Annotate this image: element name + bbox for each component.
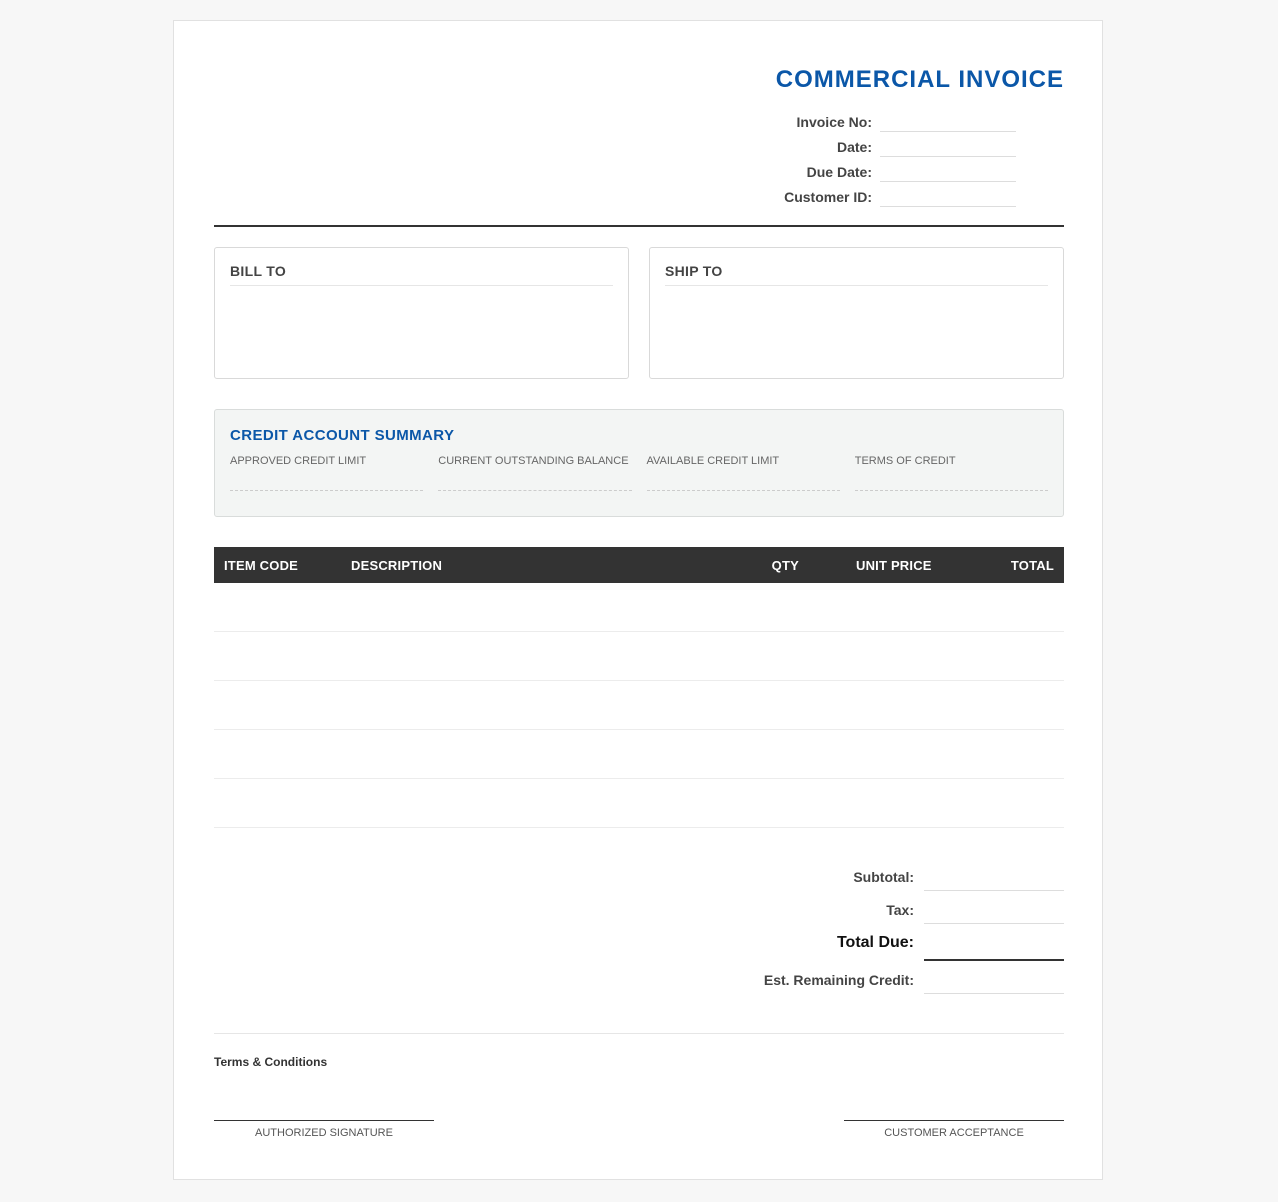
ship-to-box: SHIP TO xyxy=(649,247,1064,379)
description-cell[interactable] xyxy=(341,778,741,828)
bill-to-field[interactable] xyxy=(230,286,613,294)
total-cell[interactable] xyxy=(959,778,1064,828)
table-row xyxy=(214,583,1064,632)
qty-cell[interactable] xyxy=(741,778,809,828)
customer-acceptance-line[interactable]: CUSTOMER ACCEPTANCE xyxy=(844,1120,1064,1139)
terms-of-credit-input[interactable] xyxy=(854,468,1048,491)
description-cell[interactable] xyxy=(341,729,741,779)
qty-cell[interactable] xyxy=(741,583,809,632)
unit-price-cell[interactable] xyxy=(809,778,959,828)
column-header-unit-price: UNIT PRICE xyxy=(856,557,932,573)
bill-to-title: BILL TO xyxy=(230,263,613,286)
unit-price-cell[interactable] xyxy=(809,729,959,779)
remaining-credit-field[interactable] xyxy=(924,965,1064,994)
description-cell[interactable] xyxy=(341,680,741,730)
meta-row-invoice-no: Invoice No: xyxy=(764,107,1064,132)
authorized-signature-line[interactable]: AUTHORIZED SIGNATURE xyxy=(214,1120,434,1139)
item-code-cell[interactable] xyxy=(214,583,341,632)
totals-section: Subtotal: Tax: Total Due: Est. Remaining… xyxy=(664,861,1064,994)
tax-row: Tax: xyxy=(664,891,1064,924)
footer-divider xyxy=(214,1033,1064,1034)
credit-field-approved-limit: APPROVED CREDIT LIMIT xyxy=(230,454,424,491)
subtotal-row: Subtotal: xyxy=(664,861,1064,891)
meta-row-date: Date: xyxy=(764,132,1064,157)
credit-summary: CREDIT ACCOUNT SUMMARY APPROVED CREDIT L… xyxy=(214,409,1064,517)
meta-row-due-date: Due Date: xyxy=(764,157,1064,182)
approved-credit-limit-input[interactable] xyxy=(230,468,424,491)
column-header-item-code: ITEM CODE xyxy=(224,557,299,573)
column-header-total: TOTAL xyxy=(1010,557,1054,573)
item-code-cell[interactable] xyxy=(214,778,341,828)
meta-label: Date: xyxy=(836,139,872,155)
total-cell[interactable] xyxy=(959,729,1064,779)
qty-cell[interactable] xyxy=(741,680,809,730)
credit-field-terms: TERMS OF CREDIT xyxy=(854,454,1048,491)
available-credit-limit-input[interactable] xyxy=(646,468,840,491)
invoice-title: COMMERCIAL INVOICE xyxy=(775,66,1064,93)
credit-field-label: CURRENT OUTSTANDING BALANCE xyxy=(438,455,629,467)
column-header-qty: QTY xyxy=(771,557,799,573)
column-header-description: DESCRIPTION xyxy=(351,557,443,573)
unit-price-cell[interactable] xyxy=(809,583,959,632)
table-row xyxy=(214,729,1064,779)
ship-to-title: SHIP TO xyxy=(665,263,1048,286)
line-items-table: ITEM CODE DESCRIPTION QTY UNIT PRICE TOT… xyxy=(214,547,1064,828)
due-date-field[interactable] xyxy=(880,161,1016,182)
outstanding-balance-input[interactable] xyxy=(438,468,632,491)
credit-field-available-limit: AVAILABLE CREDIT LIMIT xyxy=(646,454,840,491)
remaining-credit-label: Est. Remaining Credit: xyxy=(763,972,914,988)
total-due-label: Total Due: xyxy=(836,934,914,951)
invoice-page: COMMERCIAL INVOICE Invoice No: Date: Due… xyxy=(173,20,1103,1180)
credit-field-label: AVAILABLE CREDIT LIMIT xyxy=(646,455,780,467)
item-code-cell[interactable] xyxy=(214,729,341,779)
description-cell[interactable] xyxy=(341,583,741,632)
header-divider xyxy=(214,225,1064,227)
credit-fields: APPROVED CREDIT LIMIT CURRENT OUTSTANDIN… xyxy=(230,454,1048,491)
bill-to-box: BILL TO xyxy=(214,247,629,379)
credit-field-label: APPROVED CREDIT LIMIT xyxy=(230,455,367,467)
meta-label: Invoice No: xyxy=(796,114,872,130)
total-cell[interactable] xyxy=(959,680,1064,730)
ship-to-field[interactable] xyxy=(665,286,1048,294)
qty-cell[interactable] xyxy=(741,729,809,779)
item-code-cell[interactable] xyxy=(214,680,341,730)
credit-field-outstanding-balance: CURRENT OUTSTANDING BALANCE xyxy=(438,454,632,491)
qty-cell[interactable] xyxy=(741,631,809,681)
tax-label: Tax: xyxy=(886,902,914,918)
invoice-header: COMMERCIAL INVOICE Invoice No: Date: Due… xyxy=(764,65,1064,207)
table-row xyxy=(214,631,1064,681)
total-cell[interactable] xyxy=(959,583,1064,632)
unit-price-cell[interactable] xyxy=(809,631,959,681)
subtotal-label: Subtotal: xyxy=(853,869,914,885)
date-field[interactable] xyxy=(880,136,1016,157)
total-cell[interactable] xyxy=(959,631,1064,681)
credit-summary-title: CREDIT ACCOUNT SUMMARY xyxy=(230,427,455,444)
description-cell[interactable] xyxy=(341,631,741,681)
total-due-row: Total Due: xyxy=(664,924,1064,961)
table-header-row: ITEM CODE DESCRIPTION QTY UNIT PRICE TOT… xyxy=(214,547,1064,583)
item-code-cell[interactable] xyxy=(214,631,341,681)
unit-price-cell[interactable] xyxy=(809,680,959,730)
invoice-meta: Invoice No: Date: Due Date: Customer ID: xyxy=(764,107,1064,207)
meta-row-customer-id: Customer ID: xyxy=(764,182,1064,207)
subtotal-field[interactable] xyxy=(924,862,1064,891)
meta-label: Customer ID: xyxy=(784,189,872,205)
total-due-field[interactable] xyxy=(924,927,1064,961)
table-row xyxy=(214,680,1064,730)
remaining-credit-row: Est. Remaining Credit: xyxy=(664,961,1064,994)
customer-id-field[interactable] xyxy=(880,186,1016,207)
tax-field[interactable] xyxy=(924,895,1064,924)
credit-field-label: TERMS OF CREDIT xyxy=(854,455,956,467)
meta-label: Due Date: xyxy=(806,164,872,180)
invoice-no-field[interactable] xyxy=(880,111,1016,132)
table-row xyxy=(214,778,1064,828)
terms-heading: Terms & Conditions xyxy=(214,1055,328,1069)
